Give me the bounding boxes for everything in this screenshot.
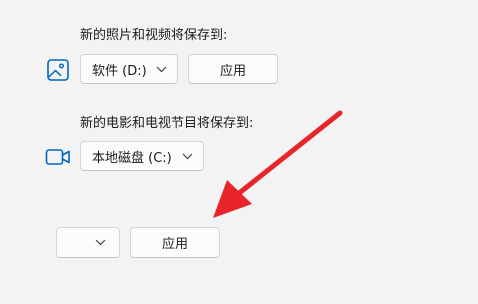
photos-apply-button[interactable]: 应用: [188, 54, 278, 84]
photos-drive-value: 软件 (D:): [92, 63, 147, 79]
photos-save-location-label: 新的照片和视频将保存到:: [80, 28, 228, 43]
chevron-down-icon: [181, 150, 193, 162]
image-icon: [45, 57, 71, 83]
bottom-apply-button[interactable]: 应用: [130, 227, 220, 258]
chevron-down-icon: [94, 237, 106, 249]
bottom-drive-dropdown[interactable]: [56, 227, 120, 258]
tv-drive-dropdown[interactable]: 本地磁盘 (C:): [80, 141, 204, 171]
red-pointer-arrow-icon: [213, 110, 343, 218]
chevron-down-icon: [155, 63, 167, 75]
tv-drive-value: 本地磁盘 (C:): [92, 150, 172, 166]
tv-save-location-label: 新的电影和电视节目将保存到:: [80, 116, 254, 131]
photos-drive-dropdown[interactable]: 软件 (D:): [80, 54, 178, 84]
video-camera-icon: [45, 145, 71, 169]
